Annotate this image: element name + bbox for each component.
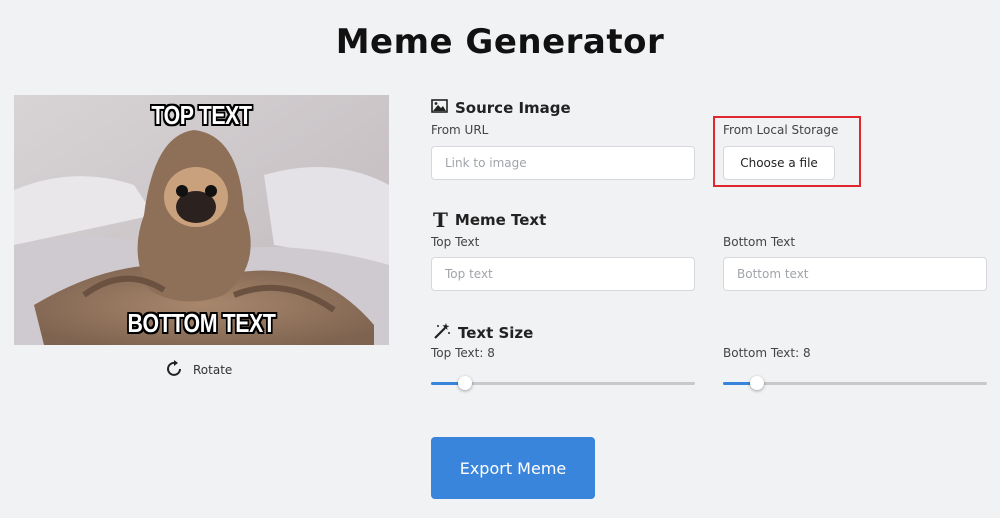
meme-preview-image: TOP TEXT BOTTOM TEXT	[14, 95, 389, 345]
source-image-title: Source Image	[455, 99, 571, 117]
magic-wand-icon	[433, 322, 451, 344]
meme-top-text: TOP TEXT	[151, 100, 252, 130]
meme-bottom-text: BOTTOM TEXT	[127, 308, 276, 338]
source-image-heading: Source Image	[431, 99, 571, 117]
bottom-text-input[interactable]	[723, 257, 987, 291]
page-title: Meme Generator	[335, 22, 665, 62]
text-t-icon: T	[433, 208, 448, 232]
export-meme-button[interactable]: Export Meme	[431, 437, 595, 499]
image-icon	[431, 99, 448, 117]
meme-text-heading: T Meme Text	[433, 208, 547, 232]
from-url-label: From URL	[431, 123, 489, 137]
slider-thumb[interactable]	[458, 376, 473, 390]
bottom-text-label: Bottom Text	[723, 235, 796, 249]
rotate-label: Rotate	[193, 363, 233, 377]
image-url-input[interactable]	[431, 146, 695, 180]
top-text-label: Top Text	[431, 235, 480, 249]
rotate-button[interactable]: Rotate	[165, 359, 233, 382]
top-text-size-label: Top Text: 8	[431, 346, 495, 360]
top-text-size-slider[interactable]	[431, 373, 695, 393]
bottom-text-size-label: Bottom Text: 8	[723, 346, 811, 360]
choose-file-button[interactable]: Choose a file	[723, 146, 835, 180]
text-size-heading: Text Size	[433, 322, 533, 344]
slider-thumb[interactable]	[750, 376, 765, 390]
from-local-storage-label: From Local Storage	[723, 123, 839, 137]
top-text-input[interactable]	[431, 257, 695, 291]
meme-text-title: Meme Text	[454, 211, 547, 229]
rotate-icon	[165, 359, 185, 382]
bottom-text-size-slider[interactable]	[723, 373, 987, 393]
text-size-title: Text Size	[458, 324, 534, 342]
